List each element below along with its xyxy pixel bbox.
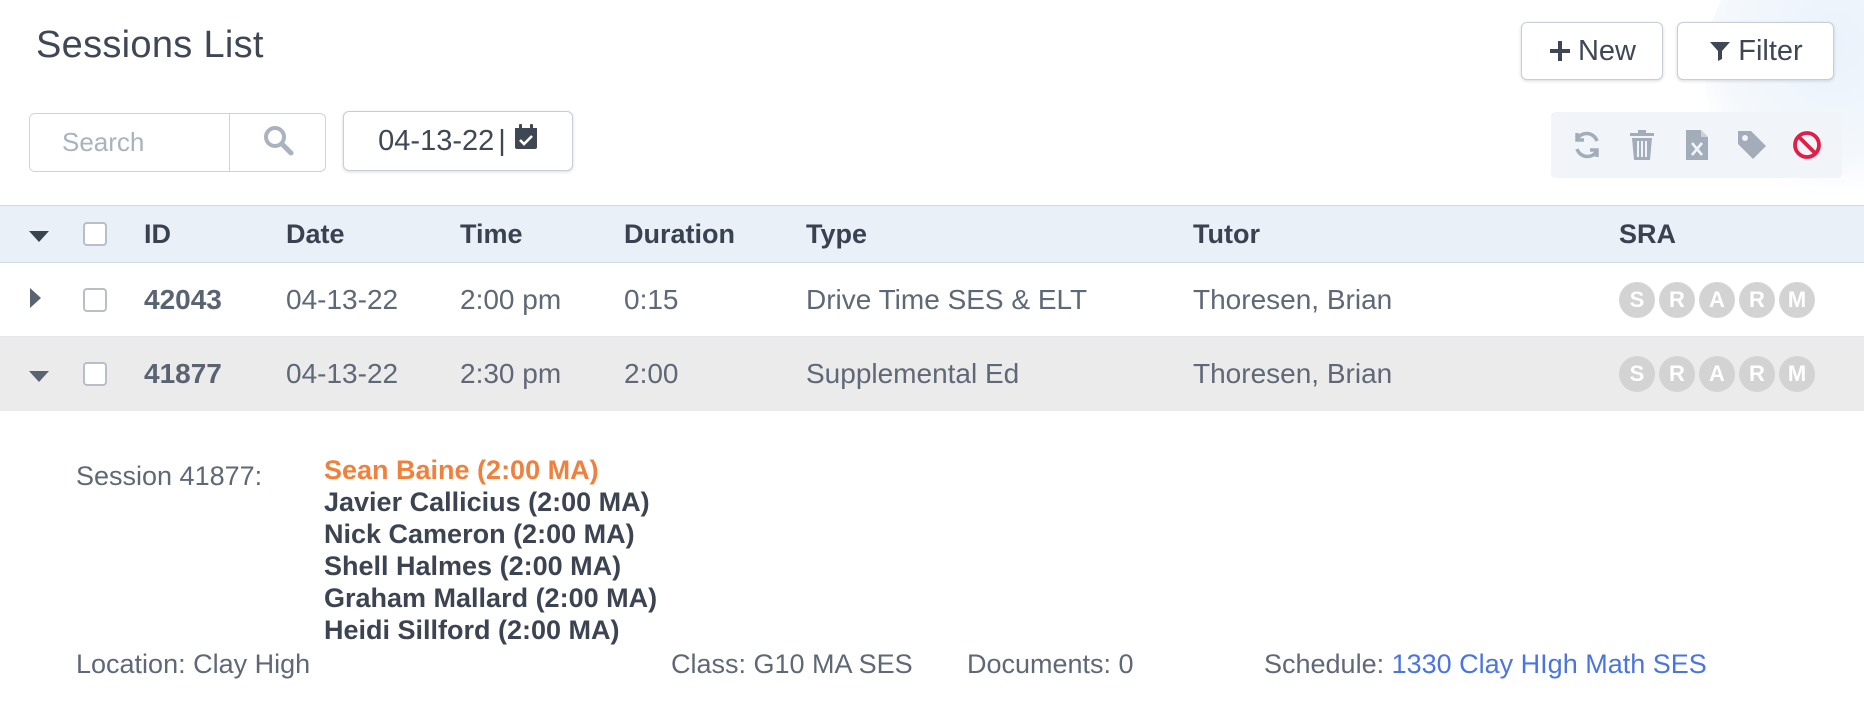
session-documents: Documents: 0 xyxy=(967,649,1134,679)
page-title: Sessions List xyxy=(36,24,264,66)
column-header-time[interactable]: Time xyxy=(460,206,523,262)
table-row[interactable]: 42043 04-13-22 2:00 pm 0:15 Drive Time S… xyxy=(0,263,1864,337)
column-header-tutor[interactable]: Tutor xyxy=(1193,206,1260,262)
session-time: 2:30 pm xyxy=(460,358,562,389)
student-item[interactable]: Shell Halmes (2:00 MA) xyxy=(324,550,657,582)
refresh-icon[interactable] xyxy=(1565,123,1609,167)
date-picker-button[interactable]: 04-13-22 | xyxy=(343,111,573,171)
session-detail-panel: Session 41877: Sean Baine (2:00 MA) Javi… xyxy=(0,411,1864,722)
session-schedule: Schedule: 1330 Clay HIgh Math SES xyxy=(1264,649,1707,680)
session-type: Drive Time SES & ELT xyxy=(806,283,1088,315)
collapse-row-toggle[interactable] xyxy=(28,337,50,411)
student-item[interactable]: Heidi Sillford (2:00 MA) xyxy=(324,614,657,646)
row-checkbox-cell xyxy=(83,337,107,411)
sra-badges: S R A R M xyxy=(1619,337,1815,411)
session-duration: 2:00 xyxy=(624,358,679,389)
plus-icon xyxy=(1548,39,1572,63)
date-value: 04-13-22 xyxy=(378,124,495,157)
column-header-type[interactable]: Type xyxy=(806,206,867,262)
search-icon xyxy=(262,124,294,161)
schedule-label: Schedule: xyxy=(1264,649,1392,679)
schedule-link[interactable]: 1330 Clay HIgh Math SES xyxy=(1392,649,1707,679)
column-header-date[interactable]: Date xyxy=(286,206,345,262)
new-button[interactable]: New xyxy=(1521,22,1663,80)
session-duration: 0:15 xyxy=(624,283,679,315)
sra-badge[interactable]: R xyxy=(1659,356,1695,392)
student-item[interactable]: Graham Mallard (2:00 MA) xyxy=(324,582,657,614)
sra-badge[interactable]: R xyxy=(1659,281,1695,318)
student-item[interactable]: Nick Cameron (2:00 MA) xyxy=(324,518,657,550)
session-tutor: Thoresen, Brian xyxy=(1193,283,1393,315)
sra-badge[interactable]: S xyxy=(1619,281,1655,318)
sra-badges: S R A R M xyxy=(1619,263,1815,336)
column-header-duration[interactable]: Duration xyxy=(624,206,735,262)
session-detail-label: Session 41877: xyxy=(76,461,263,491)
caret-right-icon xyxy=(28,284,42,316)
sra-badge[interactable]: A xyxy=(1699,356,1735,392)
calendar-check-icon xyxy=(514,124,538,158)
search-input[interactable] xyxy=(30,114,230,171)
date-separator: | xyxy=(498,124,506,157)
collapse-all-toggle[interactable] xyxy=(28,206,50,262)
search-button[interactable] xyxy=(230,114,325,171)
bulk-action-toolbar xyxy=(1551,112,1842,178)
session-id[interactable]: 42043 xyxy=(144,263,222,336)
table-row-expanded[interactable]: 41877 04-13-22 2:30 pm 2:00 Supplemental… xyxy=(0,337,1864,411)
session-date: 04-13-22 xyxy=(286,358,399,389)
session-location: Location: Clay High xyxy=(76,649,311,679)
sra-badge[interactable]: M xyxy=(1779,281,1815,318)
trash-icon[interactable] xyxy=(1620,123,1664,167)
select-all-checkbox-cell xyxy=(83,206,107,262)
student-list: Sean Baine (2:00 MA) Javier Callicius (2… xyxy=(324,454,657,646)
session-time: 2:00 pm xyxy=(460,283,562,315)
row-checkbox[interactable] xyxy=(83,362,107,386)
sra-badge[interactable]: S xyxy=(1619,356,1655,392)
search-box xyxy=(29,113,326,172)
table-header: ID Date Time Duration Type Tutor SRA xyxy=(0,205,1864,263)
caret-down-icon xyxy=(28,358,50,390)
session-tutor: Thoresen, Brian xyxy=(1193,358,1393,389)
filter-icon xyxy=(1708,39,1732,63)
sra-badge[interactable]: M xyxy=(1779,356,1815,392)
sra-badge[interactable]: A xyxy=(1699,281,1735,318)
column-header-sra[interactable]: SRA xyxy=(1619,206,1676,262)
row-checkbox-cell xyxy=(83,263,107,336)
sra-badge[interactable]: R xyxy=(1739,281,1775,318)
session-class: Class: G10 MA SES xyxy=(671,649,913,679)
filter-button-label: Filter xyxy=(1738,34,1803,67)
tag-icon[interactable] xyxy=(1730,123,1774,167)
expand-row-toggle[interactable] xyxy=(28,263,42,336)
column-header-id[interactable]: ID xyxy=(144,206,171,262)
filter-button[interactable]: Filter xyxy=(1677,22,1834,80)
row-checkbox[interactable] xyxy=(83,287,107,312)
cancel-icon[interactable] xyxy=(1785,123,1829,167)
student-item[interactable]: Sean Baine (2:00 MA) xyxy=(324,454,657,486)
excel-file-icon[interactable] xyxy=(1675,123,1719,167)
session-type: Supplemental Ed xyxy=(806,358,1020,389)
sra-badge[interactable]: R xyxy=(1739,356,1775,392)
select-all-checkbox[interactable] xyxy=(83,222,107,246)
caret-down-icon xyxy=(28,219,50,250)
session-date: 04-13-22 xyxy=(286,283,399,315)
new-button-label: New xyxy=(1577,34,1636,67)
student-item[interactable]: Javier Callicius (2:00 MA) xyxy=(324,486,657,518)
session-id[interactable]: 41877 xyxy=(144,337,222,411)
